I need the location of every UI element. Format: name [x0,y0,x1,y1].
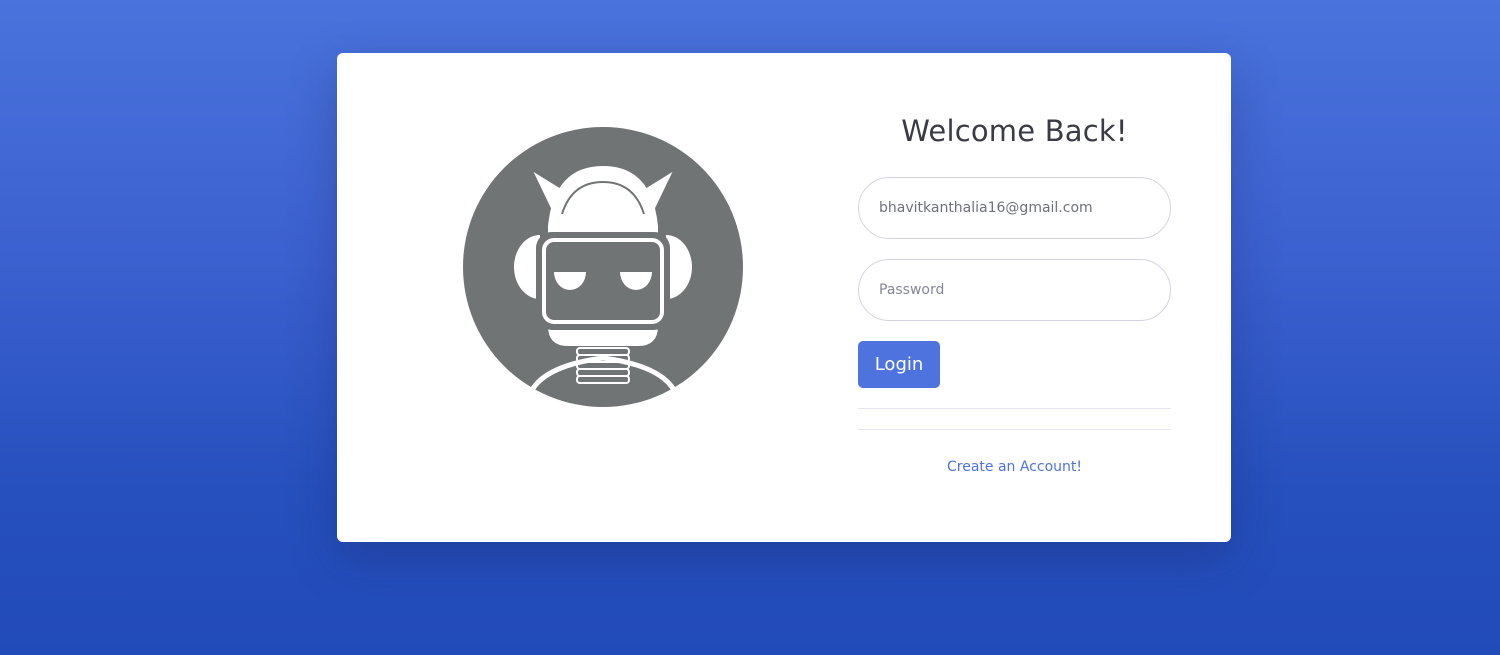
password-field[interactable] [858,259,1171,321]
login-form: Welcome Back! Login Create an Account! [858,53,1171,475]
login-card: Welcome Back! Login Create an Account! [337,53,1231,542]
create-account-link[interactable]: Create an Account! [947,459,1082,475]
divider [858,429,1171,430]
create-account-row: Create an Account! [858,456,1171,475]
divider [858,408,1171,409]
email-field[interactable] [858,177,1171,239]
page-title: Welcome Back! [901,114,1128,148]
robot-icon [462,126,744,408]
login-button[interactable]: Login [858,341,940,388]
